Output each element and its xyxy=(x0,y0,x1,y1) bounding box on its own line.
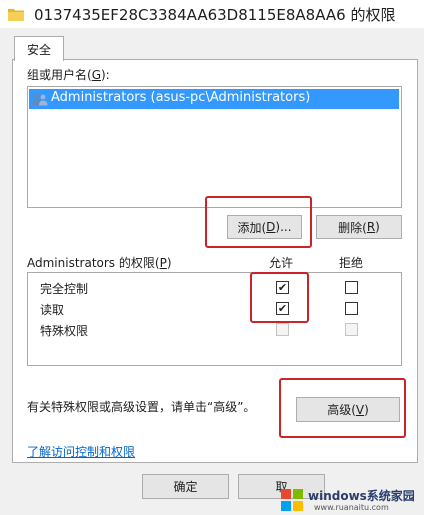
watermark-brand: windows系统家园 xyxy=(308,489,415,503)
permission-name: 完全控制 xyxy=(40,282,89,296)
deny-checkbox[interactable] xyxy=(345,302,358,315)
user-name: Administrators (asus-pc\Administrators) xyxy=(51,90,311,105)
folder-icon xyxy=(8,9,24,21)
user-list-item[interactable]: Administrators (asus-pc\Administrators) xyxy=(29,89,399,109)
allow-column-header: 允许 xyxy=(269,256,294,270)
add-button-highlight xyxy=(205,196,312,248)
tab-security[interactable]: 安全 xyxy=(14,36,64,61)
window-title: 0137435EF28C3384AA63D8115E8A8AA6 的权限 xyxy=(34,6,396,24)
permission-name: 特殊权限 xyxy=(40,324,89,338)
learn-access-control-link[interactable]: 了解访问控制和权限 xyxy=(27,443,135,460)
allow-column-highlight xyxy=(250,272,309,323)
deny-column-header: 拒绝 xyxy=(339,256,364,270)
windows-logo-icon xyxy=(281,489,303,511)
ok-button[interactable]: 确定 xyxy=(142,474,229,499)
users-group-icon xyxy=(32,93,48,106)
deny-checkbox[interactable] xyxy=(345,281,358,294)
group-users-label: 组或用户名(G): xyxy=(27,68,110,82)
deny-checkbox-disabled xyxy=(345,323,358,336)
advanced-button-highlight xyxy=(279,378,406,438)
watermark: windows系统家园 www.ruanaitu.com xyxy=(276,484,424,515)
advanced-hint-text: 有关特殊权限或高级设置，请单击“高级”。 xyxy=(27,400,256,414)
remove-button[interactable]: 删除(R) xyxy=(316,215,402,239)
watermark-url: www.ruanaitu.com xyxy=(314,503,389,512)
title-bar: 0137435EF28C3384AA63D8115E8A8AA6 的权限 xyxy=(0,0,424,28)
permission-name: 读取 xyxy=(40,303,65,317)
permissions-header: Administrators 的权限(P) xyxy=(27,256,172,270)
allow-checkbox-disabled xyxy=(276,323,289,336)
